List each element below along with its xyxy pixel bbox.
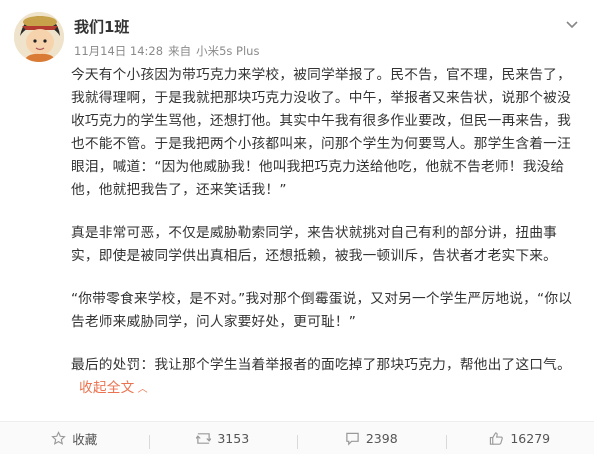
collapse-text-link[interactable]: 收起全文︿ xyxy=(79,380,148,396)
thumbs-up-icon xyxy=(489,431,504,446)
post-paragraph: “你带零食来学校，是不对。”我对那个倒霉蛋说，又对另一个学生严厉地说，“你以告老… xyxy=(71,288,575,334)
repost-icon xyxy=(196,431,211,446)
comment-button[interactable]: 2398 xyxy=(297,431,446,446)
post-body: 今天有个小孩因为带巧克力来学校，被同学举报了。民不告，官不理，民来告了，我就得理… xyxy=(71,64,575,401)
like-count: 16279 xyxy=(510,431,550,446)
source-prefix: 来自 xyxy=(168,44,191,58)
chevron-up-icon: ︿ xyxy=(138,384,148,395)
star-icon xyxy=(51,431,66,446)
post-date: 11月14日 14:28 xyxy=(74,44,163,58)
avatar-cartoon-boy-image xyxy=(14,12,64,62)
post-paragraph: 最后的处罚：我让那个学生当着举报者的面吃掉了那块巧克力，帮他出了这口气。 xyxy=(71,357,571,373)
repost-count: 3153 xyxy=(217,431,249,446)
favorite-label: 收藏 xyxy=(72,429,97,448)
post-paragraph: 真是非常可恶，不仅是威胁勒索同学，来告状就挑对自己有利的部分讲，扭曲事实，即使是… xyxy=(71,222,575,268)
more-options-button[interactable] xyxy=(564,16,580,32)
post-header: 我们1班 11月14日 14:28 来自小米5s Plus xyxy=(14,10,584,62)
author-name[interactable]: 我们1班 xyxy=(74,16,129,37)
chevron-down-icon xyxy=(564,16,580,32)
action-bar: 收藏 3153 2398 16279 xyxy=(0,421,594,454)
comment-icon xyxy=(345,431,360,446)
post-paragraph-last: 最后的处罚：我让那个学生当着举报者的面吃掉了那块巧克力，帮他出了这口气。收起全文… xyxy=(71,354,575,401)
favorite-button[interactable]: 收藏 xyxy=(0,429,149,448)
repost-button[interactable]: 3153 xyxy=(149,431,298,446)
post-paragraph: 今天有个小孩因为带巧克力来学校，被同学举报了。民不告，官不理，民来告了，我就得理… xyxy=(71,64,575,202)
post-meta: 11月14日 14:28 来自小米5s Plus xyxy=(74,43,264,59)
post-device[interactable]: 小米5s Plus xyxy=(196,44,259,58)
collapse-label: 收起全文 xyxy=(79,380,135,396)
avatar[interactable] xyxy=(14,12,64,62)
like-button[interactable]: 16279 xyxy=(446,431,594,446)
comment-count: 2398 xyxy=(366,431,398,446)
